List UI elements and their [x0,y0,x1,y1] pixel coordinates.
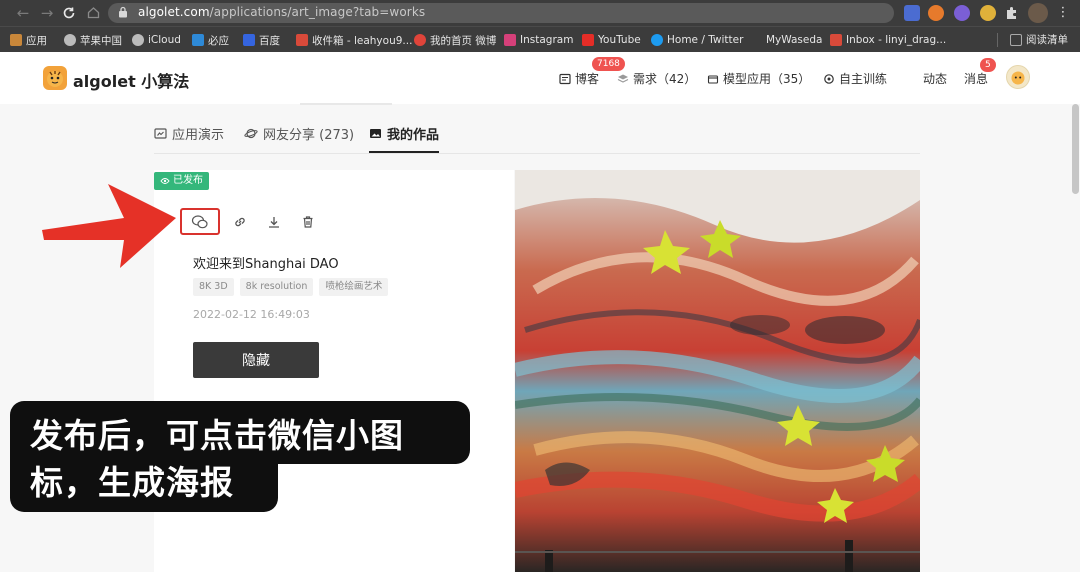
wechat-share-button[interactable] [180,208,220,235]
extension-icon[interactable] [954,5,970,21]
box-icon [707,74,719,84]
reading-list-icon [1010,33,1022,46]
download-icon [269,216,279,228]
layers-icon [617,74,629,83]
extension-icon[interactable] [980,5,996,21]
settings-icon [824,73,834,84]
bookmarks-bar: 应用 苹果中国 iCloud 必应 百度 收件箱 - leahyou9... 我… [0,26,1080,52]
planet-icon [244,128,258,139]
apple-icon [64,34,76,46]
profile-avatar[interactable] [1028,3,1048,23]
link-icon [235,217,245,226]
active-tab-indicator [369,151,439,153]
nav-training-label: 自主训练 [839,72,888,86]
work-actions [180,208,318,235]
url-text: algolet.com/applications/art_image?tab=w… [138,5,426,19]
delete-button[interactable] [298,212,318,232]
work-timestamp: 2022-02-12 16:49:03 [193,308,310,321]
tab-demo[interactable]: 应用演示 [154,124,224,143]
bookmark-apple[interactable]: 苹果中国 [64,32,122,48]
nav-messages-label: 消息 [964,72,989,86]
nav-models-label: 模型应用（35） [723,72,811,86]
nav-training[interactable]: 自主训练 [823,70,887,87]
apple-icon [132,34,144,46]
home-icon[interactable] [84,4,102,22]
baidu-icon [243,34,255,46]
annotation-tip: 发布后，可点击微信小图标，生成海报 [30,416,404,502]
trash-icon [303,215,313,228]
site-header: algolet 小算法 博客 7168 需求（42） 模型应用（35） 自主训练… [0,52,1080,104]
bookmark-divider [997,33,998,47]
nav-messages[interactable]: 消息 [964,70,988,87]
works-tabs: 应用演示 网友分享 (273) 我的作品 [154,114,920,154]
download-button[interactable] [264,212,284,232]
apps-icon [10,34,22,46]
tab-shares[interactable]: 网友分享 (273) [244,124,354,143]
gmail-icon [296,34,308,46]
generated-artwork[interactable] [515,170,920,572]
menu-icon[interactable]: ⋮ [1054,4,1072,22]
nav-demand-label: 需求（42） [633,72,697,86]
nav-models[interactable]: 模型应用（35） [707,70,810,87]
twitter-icon [651,34,663,46]
artwork-panel [515,170,920,572]
lock-icon [119,6,127,18]
tag-item: 喷枪绘画艺术 [319,278,389,296]
bookmark-gmail[interactable]: 收件箱 - leahyou9... [296,32,412,48]
bookmark-youtube[interactable]: YouTube [582,32,641,48]
tag-item: 8k resolution [239,278,314,296]
site-logo-text[interactable]: algolet 小算法 [73,68,189,92]
browser-toolbar: ← → algolet.com/applications/art_image?t… [0,0,1080,26]
bookmark-bing[interactable]: 必应 [192,32,229,48]
bookmark-inbox[interactable]: Inbox - linyi_drag... [830,32,946,48]
bookmark-apps[interactable]: 应用 [10,32,47,48]
user-avatar[interactable] [1006,65,1030,89]
reload-icon[interactable] [60,4,78,22]
image-icon [370,129,381,138]
blog-icon [559,73,571,84]
weibo-icon [414,34,426,46]
nav-activity-label: 动态 [923,72,948,86]
bookmark-mywaseda[interactable]: MyWaseda [750,32,822,48]
back-icon[interactable]: ← [14,4,32,22]
page-scrollbar[interactable] [1072,104,1079,194]
bing-icon [192,34,204,46]
nav-demand[interactable]: 需求（42） [617,70,696,87]
address-bar[interactable]: algolet.com/applications/art_image?tab=w… [108,3,894,23]
extension-icon[interactable] [904,5,920,21]
metamask-icon[interactable] [928,5,944,21]
forward-icon[interactable]: → [38,4,56,22]
instagram-icon [504,34,516,46]
nav-activity[interactable]: 动态 [923,70,947,87]
puzzle-icon[interactable] [1004,5,1020,21]
youtube-icon [582,34,594,46]
blog-count-badge: 7168 [592,57,625,71]
tab-demo-label: 应用演示 [172,128,225,143]
tiger-logo-icon[interactable] [43,66,67,90]
bookmark-icloud[interactable]: iCloud [132,32,181,48]
annotation-arrow-icon [42,184,176,268]
messages-count-badge: 5 [980,58,996,72]
tab-works[interactable]: 我的作品 [369,124,439,143]
copy-link-button[interactable] [230,212,250,232]
reading-list[interactable]: 阅读清单 [1010,32,1068,47]
demo-icon [154,128,167,139]
bookmark-weibo[interactable]: 我的首页 微博 [414,32,496,48]
gmail-icon [830,34,842,46]
bookmark-icon [750,34,762,46]
work-tags: 8K 3D 8k resolution 喷枪绘画艺术 [193,278,389,296]
work-title: 欢迎来到Shanghai DAO [193,257,339,272]
tab-works-label: 我的作品 [387,128,440,143]
bookmark-baidu[interactable]: 百度 [243,32,280,48]
bookmark-twitter[interactable]: Home / Twitter [651,32,743,48]
bookmark-instagram[interactable]: Instagram [504,32,573,48]
header-divider [300,103,392,105]
hide-button[interactable]: 隐藏 [193,342,319,378]
nav-blog-label: 博客 [575,72,600,86]
tag-item: 8K 3D [193,278,234,296]
tab-shares-label: 网友分享 (273) [263,128,355,143]
nav-blog[interactable]: 博客 [559,70,599,87]
wechat-icon [191,214,208,228]
